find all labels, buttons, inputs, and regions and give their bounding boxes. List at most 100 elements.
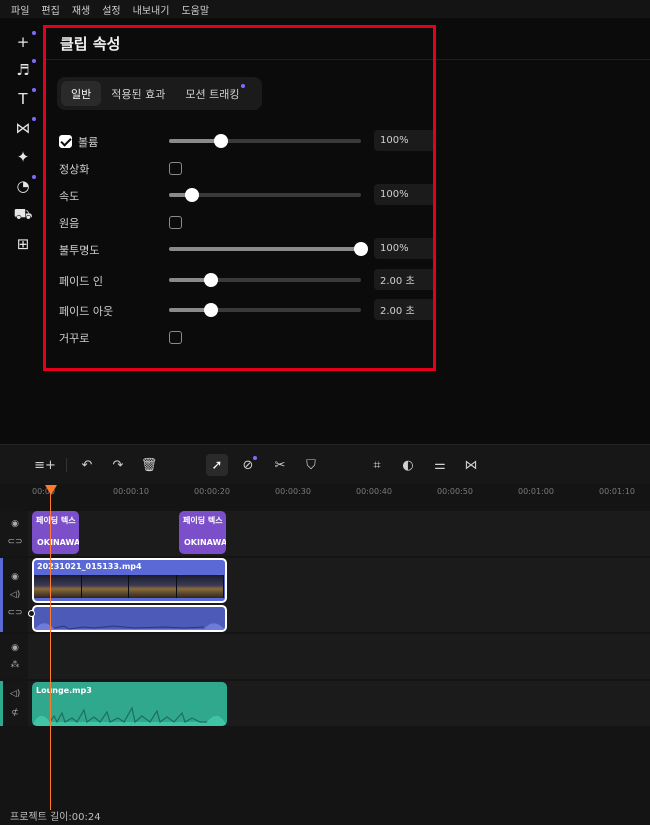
templates-icon[interactable]: ⊞ — [13, 234, 33, 254]
normalize-checkbox[interactable] — [169, 162, 182, 175]
menu-bar: 파일 편집 재생 설정 내보내기 도움말 — [0, 0, 650, 18]
opacity-row: 불투명도 100% — [59, 238, 439, 260]
ruler-label: 00:00:30 — [275, 487, 311, 496]
speed-row: 속도 100% — [59, 184, 439, 206]
opacity-value[interactable]: 100% — [374, 238, 434, 259]
original-audio-checkbox[interactable] — [169, 216, 182, 229]
music-clip[interactable]: Lounge.mp3 — [32, 682, 227, 726]
fade-out-row: 페이드 아웃 2.00 초 — [59, 299, 439, 321]
crop-icon[interactable]: ⌗ — [366, 454, 388, 476]
playhead-line[interactable] — [50, 490, 51, 810]
speed-value[interactable]: 100% — [374, 184, 434, 205]
toolbar-separator — [66, 458, 67, 472]
video-frame — [34, 575, 82, 598]
fade-in-row: 페이드 인 2.00 초 — [59, 269, 439, 291]
add-track-icon[interactable]: ≡+ — [34, 454, 56, 476]
reverse-label: 거꾸로 — [59, 332, 90, 345]
volume-slider[interactable] — [169, 134, 361, 148]
music-icon[interactable]: ♬ — [13, 59, 36, 80]
add-media-icon[interactable]: + — [13, 31, 36, 52]
original-audio-row: 원음 — [59, 211, 439, 233]
effects-icon[interactable]: ✦ — [13, 147, 33, 167]
unlink-icon[interactable]: ⊄ — [9, 707, 21, 719]
tab-motion-tracking[interactable]: 모션 트래킹 — [175, 81, 249, 106]
clip-filename: 20231021_015133.mp4 — [37, 562, 142, 571]
new-dot — [241, 84, 246, 88]
opacity-slider[interactable] — [169, 242, 368, 256]
select-tool-icon[interactable]: ➚ — [206, 454, 228, 476]
new-dot — [32, 59, 36, 63]
adjust-icon[interactable]: ⚌ — [429, 454, 451, 476]
text-clip[interactable]: 페이딩 텍스 OKINAWA — [32, 511, 79, 554]
tab-general[interactable]: 일반 — [61, 81, 102, 106]
playhead-handle[interactable] — [45, 485, 57, 495]
thumbnail-strip — [34, 575, 224, 598]
menu-edit[interactable]: 편집 — [35, 2, 65, 17]
undo-icon[interactable]: ↶ — [76, 454, 98, 476]
fade-out-label: 페이드 아웃 — [59, 305, 114, 318]
ruler-label: 00:01:10 — [599, 487, 635, 496]
divider — [44, 59, 650, 60]
marker-icon[interactable]: ⛉ — [300, 454, 322, 476]
fade-out-slider[interactable] — [169, 303, 361, 317]
magnet-icon[interactable]: ⊘ — [237, 454, 259, 476]
filter-icon[interactable]: ◔ — [13, 175, 36, 196]
slider-thumb[interactable] — [213, 134, 228, 148]
eye-icon[interactable]: ◉ — [9, 642, 21, 654]
text-icon[interactable]: T — [13, 88, 36, 109]
eye-icon[interactable]: ◉ — [9, 518, 21, 530]
slider-thumb[interactable] — [185, 188, 200, 202]
keyframe-handle[interactable] — [28, 610, 35, 617]
menu-file[interactable]: 파일 — [0, 2, 35, 17]
elements-icon[interactable]: ⛟ — [13, 205, 33, 225]
waveform — [32, 706, 227, 726]
text-clip[interactable]: 페이딩 텍스 OKINAWA — [179, 511, 226, 554]
new-dot — [32, 117, 36, 121]
menu-export[interactable]: 내보내기 — [127, 2, 176, 17]
volume-checkbox[interactable] — [59, 135, 72, 148]
track-color-strip — [0, 558, 3, 632]
volume-value[interactable]: 100% — [374, 130, 434, 151]
clip-subtitle: OKINAWA — [37, 538, 79, 547]
panel-title: 클립 속성 — [60, 35, 121, 53]
speed-slider[interactable] — [169, 188, 361, 202]
slider-thumb[interactable] — [354, 242, 368, 256]
ruler-label: 00:00:20 — [194, 487, 230, 496]
redo-icon[interactable]: ↷ — [107, 454, 129, 476]
ruler-label: 00:01:00 — [518, 487, 554, 496]
effect-icon[interactable]: ⁂ — [9, 659, 21, 671]
link-icon[interactable]: ⊂⊃ — [7, 607, 22, 619]
fade-in-slider[interactable] — [169, 273, 361, 287]
video-frame — [176, 575, 224, 598]
video-clip[interactable]: 20231021_015133.mp4 — [32, 558, 227, 603]
effect-track — [28, 634, 650, 679]
project-length: 프로젝트 길이:00:24 — [10, 812, 101, 823]
video-frame — [81, 575, 129, 598]
slider-thumb[interactable] — [204, 303, 219, 317]
cut-icon[interactable]: ✂ — [269, 454, 291, 476]
video-audio-clip[interactable] — [32, 605, 227, 632]
normalize-row: 정상화 — [59, 157, 439, 179]
menu-play[interactable]: 재생 — [66, 2, 96, 17]
menu-help[interactable]: 도움말 — [175, 2, 215, 17]
speaker-icon[interactable]: ◁) — [9, 589, 21, 601]
fade-in-value[interactable]: 2.00 초 — [374, 269, 434, 290]
slider-thumb[interactable] — [204, 273, 219, 287]
new-dot — [253, 456, 257, 460]
speed-label: 속도 — [59, 190, 80, 203]
fade-out-value[interactable]: 2.00 초 — [374, 299, 434, 320]
new-dot — [32, 175, 36, 179]
link-icon[interactable]: ⊂⊃ — [7, 536, 22, 548]
volume-label: 볼륨 — [78, 136, 99, 149]
eye-icon[interactable]: ◉ — [9, 571, 21, 583]
color-icon[interactable]: ◐ — [397, 454, 419, 476]
tab-applied-effects[interactable]: 적용된 효과 — [101, 81, 175, 106]
slider-fill — [169, 247, 361, 251]
transition-icon[interactable]: ⋈ — [13, 117, 36, 138]
ruler-label: 00:00:10 — [113, 487, 149, 496]
reverse-checkbox[interactable] — [169, 331, 182, 344]
menu-settings[interactable]: 설정 — [96, 2, 126, 17]
delete-icon[interactable]: 🗑 — [138, 454, 160, 476]
speaker-icon[interactable]: ◁) — [9, 688, 21, 700]
transition-tool-icon[interactable]: ⋈ — [460, 454, 482, 476]
